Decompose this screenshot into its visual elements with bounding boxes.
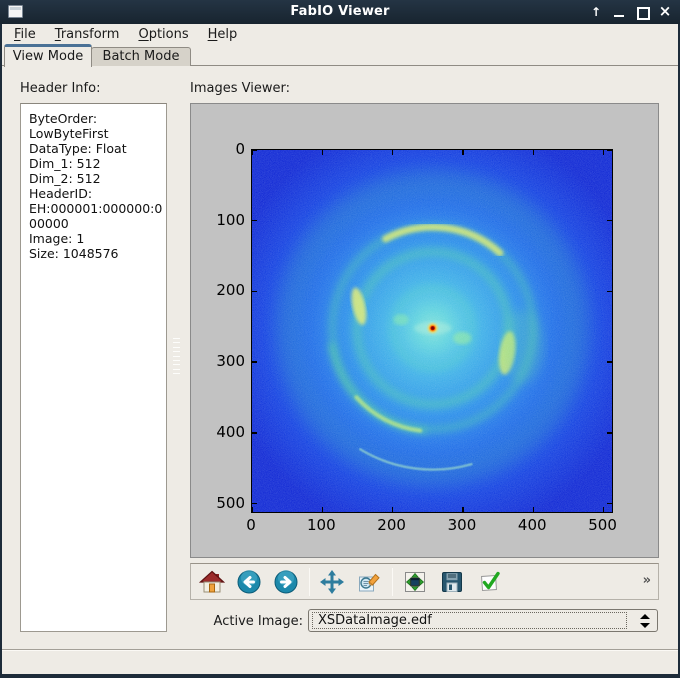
tick-mark (603, 507, 605, 512)
tick-mark (607, 432, 612, 434)
tick-mark (392, 507, 394, 512)
tick-label: 200 (370, 516, 414, 534)
shade-icon[interactable]: ↑ (589, 5, 603, 19)
navigation-toolbar: » (190, 563, 659, 600)
matplotlib-canvas[interactable]: 0 100 200 300 400 500 0 100 200 300 400 500 (190, 103, 659, 558)
header-entry: Dim_1: 512 (29, 156, 163, 171)
tick-label: 0 (191, 140, 245, 158)
tick-mark (251, 507, 253, 512)
tick-mark (322, 150, 324, 155)
tick-mark (607, 361, 612, 363)
toolbar-separator (309, 568, 310, 596)
tick-mark (533, 150, 535, 155)
tabbar: View Mode Batch Mode (2, 44, 678, 66)
window-title: FabIO Viewer (0, 4, 680, 19)
active-image-label: Active Image: (183, 614, 303, 629)
images-viewer-label: Images Viewer: (190, 81, 290, 96)
header-info-list[interactable]: ByteOrder: LowByteFirst DataType: Float … (20, 103, 167, 632)
tick-mark (322, 507, 324, 512)
back-icon[interactable] (234, 567, 264, 597)
tick-mark (252, 220, 257, 222)
menubar: File Transform Options Help (2, 24, 678, 44)
tick-mark (607, 503, 612, 505)
header-info-label: Header Info: (20, 81, 100, 96)
tick-mark (607, 149, 612, 151)
tick-mark (603, 150, 605, 155)
tick-label: 500 (191, 494, 245, 512)
configure-subplots-icon[interactable] (400, 567, 430, 597)
pan-icon[interactable] (317, 567, 347, 597)
apply-check-icon[interactable] (474, 567, 504, 597)
save-icon[interactable] (437, 567, 467, 597)
home-icon[interactable] (197, 567, 227, 597)
tick-mark (533, 507, 535, 512)
header-entry: ByteOrder: LowByteFirst (29, 111, 163, 141)
tick-label: 400 (191, 423, 245, 441)
tick-mark (252, 149, 257, 151)
header-entry: Size: 1048576 (29, 246, 163, 261)
pane-divider (2, 649, 678, 651)
maximize-icon[interactable] (635, 5, 649, 19)
minimize-icon[interactable] (612, 5, 626, 19)
tick-label: 500 (581, 516, 625, 534)
tick-mark (252, 503, 257, 505)
panel-splitter-handle[interactable] (172, 337, 181, 375)
tab-view-mode[interactable]: View Mode (4, 44, 92, 67)
tick-label: 0 (229, 516, 273, 534)
active-image-combobox[interactable]: XSDataImage.edf (308, 609, 658, 632)
tick-mark (251, 150, 253, 155)
combobox-spinner-icon[interactable] (637, 613, 651, 629)
tick-mark (462, 150, 464, 155)
header-entry: Dim_2: 512 (29, 171, 163, 186)
header-entry: Image: 1 (29, 231, 163, 246)
tick-label: 300 (440, 516, 484, 534)
tick-label: 100 (299, 516, 343, 534)
zoom-rect-icon[interactable] (354, 567, 384, 597)
titlebar[interactable]: FabIO Viewer ↑ × (0, 0, 680, 24)
tick-mark (607, 220, 612, 222)
tick-mark (252, 432, 257, 434)
toolbar-separator (392, 568, 393, 596)
tick-mark (462, 507, 464, 512)
diffraction-pattern (252, 150, 612, 512)
close-icon[interactable]: × (658, 5, 672, 19)
tick-mark (392, 150, 394, 155)
tick-label: 100 (191, 211, 245, 229)
statusbar (2, 652, 678, 674)
header-entry: HeaderID: EH:000001:000000:000000 (29, 186, 163, 231)
menu-help[interactable]: Help (208, 27, 238, 42)
tick-mark (607, 291, 612, 293)
app-window: FabIO Viewer ↑ × File Transform Options … (0, 0, 680, 678)
active-image-value: XSDataImage.edf (312, 612, 627, 629)
header-entry: DataType: Float (29, 141, 163, 156)
tick-label: 200 (191, 281, 245, 299)
menu-options[interactable]: Options (138, 27, 188, 42)
menu-transform[interactable]: Transform (55, 27, 120, 42)
forward-icon[interactable] (271, 567, 301, 597)
tick-mark (252, 291, 257, 293)
tick-mark (252, 361, 257, 363)
diffraction-image[interactable] (251, 149, 613, 513)
menu-file[interactable]: File (14, 27, 36, 42)
tick-label: 400 (510, 516, 554, 534)
tab-batch-mode[interactable]: Batch Mode (91, 47, 191, 66)
toolbar-overflow-chevron[interactable]: » (643, 573, 651, 588)
tick-label: 300 (191, 352, 245, 370)
